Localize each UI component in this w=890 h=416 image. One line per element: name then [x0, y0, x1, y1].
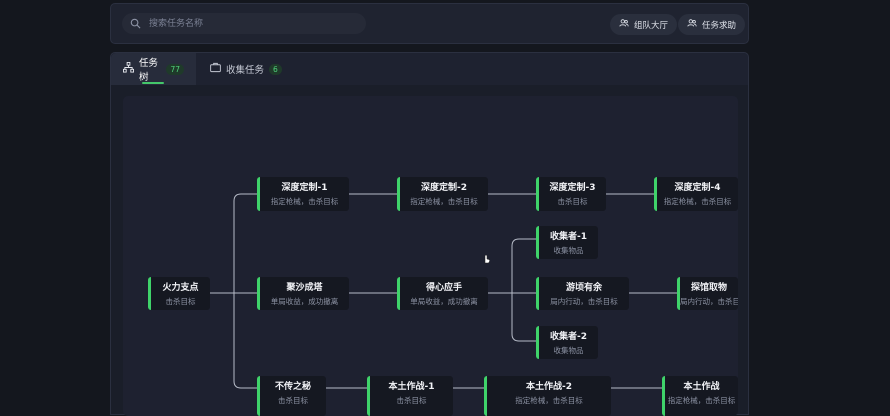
help-people-icon — [687, 18, 697, 31]
active-tab-indicator — [142, 82, 164, 84]
task-node-subtitle: 指定枪械，击杀目标 — [663, 197, 732, 206]
task-node-bentuzuozhan-1[interactable]: 本土作战-1 击杀目标 — [367, 376, 453, 416]
task-node-jushachengta[interactable]: 聚沙成塔 单局收益，成功撤离 — [257, 277, 349, 310]
task-node-subtitle: 收集物品 — [553, 246, 584, 255]
task-node-title: 聚沙成塔 — [286, 283, 323, 293]
task-node-subtitle: 单局收益，成功撤离 — [410, 297, 478, 306]
task-node-title: 收集者-1 — [550, 232, 587, 242]
briefcase-icon — [210, 62, 221, 76]
task-node-subtitle: 收集物品 — [553, 346, 584, 355]
task-node-title: 深度定制-2 — [421, 183, 467, 193]
task-node-subtitle: 指定枪械，击杀目标 — [270, 197, 339, 206]
hand-cursor-icon — [484, 254, 490, 264]
task-node-title: 深度定制-1 — [281, 183, 328, 193]
task-node-title: 本土作战-1 — [388, 382, 435, 392]
tab-task-tree[interactable]: 任务树 77 — [111, 53, 196, 85]
task-node-title: 收集者-2 — [550, 332, 587, 342]
tree-edges — [210, 193, 677, 389]
task-node-title: 得心应手 — [425, 283, 462, 293]
task-node-subtitle: 指定枪械，击杀目标 — [515, 396, 583, 405]
task-node-shendudingzhi-4[interactable]: 深度定制-4 指定枪械，击杀目标 — [654, 177, 738, 211]
task-node-subtitle: 单局收益，成功撤离 — [270, 297, 339, 306]
task-node-tanguanquwu[interactable]: 探馆取物 局内行动，击杀目标 — [677, 277, 738, 310]
task-node-subtitle: 击杀目标 — [557, 197, 588, 206]
task-node-subtitle: 指定枪械，击杀目标 — [667, 396, 736, 405]
task-node-shendudingzhi-2[interactable]: 深度定制-2 指定枪械，击杀目标 — [397, 177, 488, 211]
task-node-dexinyingshou[interactable]: 得心应手 单局收益，成功撤离 — [397, 277, 488, 310]
task-node-subtitle: 局内行动，击杀目标 — [550, 297, 618, 306]
task-node-title: 游顷有余 — [565, 283, 602, 293]
task-node-title: 深度定制-3 — [549, 183, 596, 193]
tab-collect-tasks-count: 6 — [269, 63, 282, 75]
top-toolbar: 组队大厅 任务求助 — [110, 3, 749, 44]
search-icon — [130, 14, 141, 33]
task-node-title: 火力支点 — [162, 283, 199, 293]
task-node-subtitle: 指定枪械，击杀目标 — [410, 197, 478, 206]
task-node-title: 本土作战 — [683, 382, 720, 392]
task-node-youqingyouyu[interactable]: 游顷有余 局内行动，击杀目标 — [536, 277, 629, 310]
task-node-buchuanzhimi[interactable]: 不传之秘 击杀目标 — [257, 376, 326, 416]
task-node-bentuzuozhan[interactable]: 本土作战 指定枪械，击杀目标 — [662, 376, 738, 416]
tab-collect-tasks[interactable]: 收集任务 6 — [198, 53, 294, 85]
team-lobby-button[interactable]: 组队大厅 — [610, 14, 678, 35]
task-node-shoujizhe-2[interactable]: 收集者-2 收集物品 — [536, 326, 598, 359]
task-node-subtitle: 击杀目标 — [165, 297, 196, 306]
task-node-title: 不传之秘 — [274, 382, 311, 392]
tab-task-tree-label: 任务树 — [139, 58, 159, 83]
task-node-bentuzuozhan-2[interactable]: 本土作战-2 指定枪械，击杀目标 — [484, 376, 611, 416]
task-node-title: 探馆取物 — [690, 283, 727, 293]
team-lobby-label: 组队大厅 — [634, 20, 669, 31]
task-tree-canvas[interactable]: 火力支点 击杀目标 深度定制-1 指定枪械，击杀目标 聚沙成塔 单局收益，成功撤… — [123, 96, 738, 416]
tab-bar: 任务树 77 收集任务 6 — [110, 52, 749, 85]
task-node-shendudingzhi-3[interactable]: 深度定制-3 击杀目标 — [536, 177, 606, 211]
team-icon — [619, 18, 629, 31]
tree-icon — [123, 62, 134, 76]
task-node-shoujizhe-1[interactable]: 收集者-1 收集物品 — [536, 226, 598, 259]
task-node-title: 深度定制-4 — [674, 183, 721, 193]
task-node-title: 本土作战-2 — [526, 382, 572, 392]
tab-task-tree-count: 77 — [166, 63, 184, 75]
task-help-label: 任务求助 — [702, 20, 737, 31]
task-node-subtitle: 局内行动，击杀目标 — [680, 297, 738, 306]
task-node-huolizhidian[interactable]: 火力支点 击杀目标 — [148, 277, 210, 310]
tab-collect-tasks-label: 收集任务 — [226, 65, 265, 76]
task-help-button[interactable]: 任务求助 — [678, 14, 746, 35]
task-node-subtitle: 击杀目标 — [278, 396, 308, 405]
task-node-shendudingzhi-1[interactable]: 深度定制-1 指定枪械，击杀目标 — [257, 177, 349, 211]
search-box[interactable] — [122, 13, 366, 34]
task-node-subtitle: 击杀目标 — [396, 396, 427, 405]
search-input[interactable] — [147, 17, 351, 30]
